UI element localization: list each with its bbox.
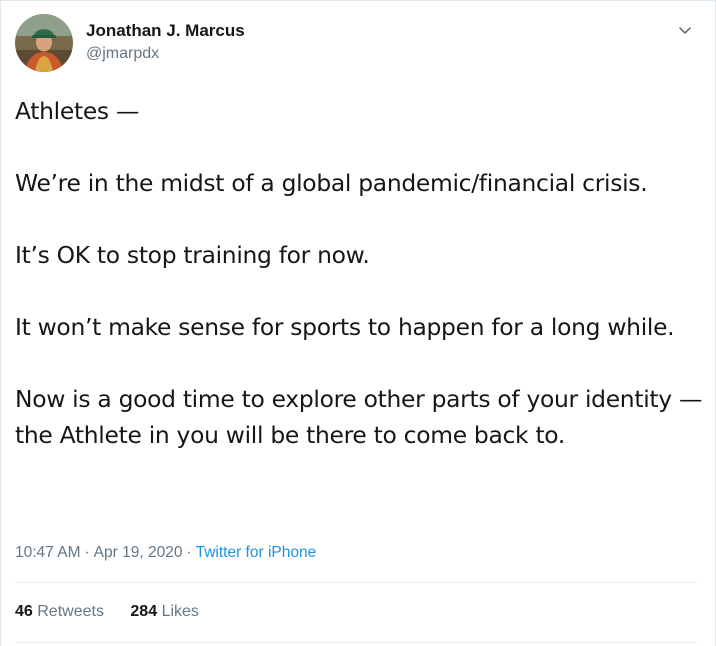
chevron-down-icon — [679, 27, 691, 34]
avatar-photo — [15, 14, 73, 72]
tweet-menu-button[interactable] — [675, 20, 695, 40]
tweet-date: Apr 19, 2020 — [93, 544, 183, 561]
likes-count: 284 — [130, 603, 158, 620]
tweet-paragraph: Now is a good time to explore other part… — [15, 385, 703, 449]
tweet-timestamp[interactable]: 10:47 AM · Apr 19, 2020 — [15, 544, 182, 561]
divider — [15, 642, 697, 643]
tweet-text: Athletes — We’re in the midst of a globa… — [15, 93, 705, 453]
divider — [15, 582, 697, 583]
tweet-header: Jonathan J. Marcus @jmarpdx — [15, 14, 703, 74]
tweet-stats: 46 Retweets 284 Likes — [15, 601, 221, 623]
tweet-paragraph: It won’t make sense for sports to happen… — [15, 313, 675, 341]
author-names: Jonathan J. Marcus @jmarpdx — [86, 20, 245, 65]
retweets-label: Retweets — [37, 603, 104, 620]
tweet-paragraph: We’re in the midst of a global pandemic/… — [15, 169, 648, 197]
tweet-paragraph: It’s OK to stop training for now. — [15, 241, 370, 269]
likes-stat[interactable]: 284 Likes — [130, 601, 199, 623]
avatar[interactable] — [15, 14, 73, 72]
author-display-name[interactable]: Jonathan J. Marcus — [86, 20, 245, 42]
meta-separator: · — [186, 544, 192, 561]
tweet-meta: 10:47 AM · Apr 19, 2020 · Twitter for iPhone — [15, 542, 316, 564]
tweet-source-link[interactable]: Twitter for iPhone — [196, 544, 317, 561]
retweets-stat[interactable]: 46 Retweets — [15, 601, 104, 623]
tweet-card: Jonathan J. Marcus @jmarpdx Athletes — W… — [0, 0, 716, 646]
likes-label: Likes — [161, 603, 199, 620]
meta-separator: · — [84, 544, 90, 561]
tweet-time: 10:47 AM — [15, 544, 81, 561]
author-handle[interactable]: @jmarpdx — [86, 43, 245, 65]
retweets-count: 46 — [15, 603, 33, 620]
tweet-paragraph: Athletes — — [15, 97, 140, 125]
